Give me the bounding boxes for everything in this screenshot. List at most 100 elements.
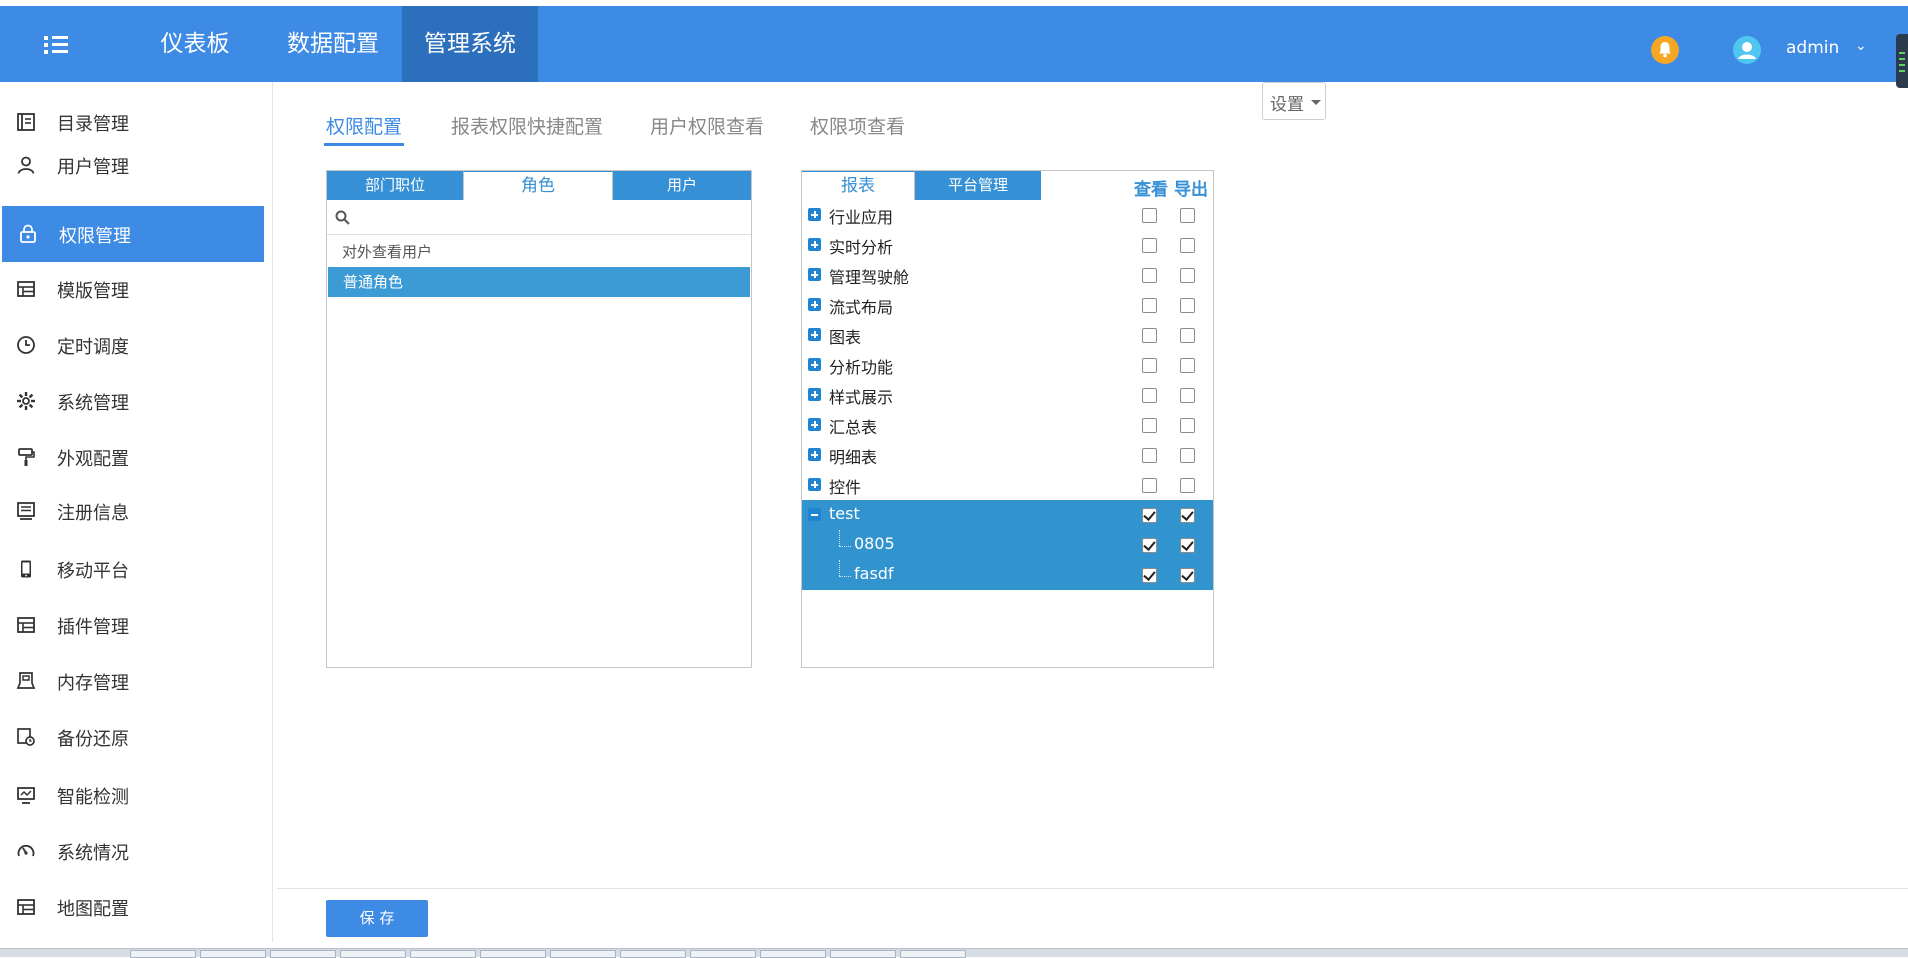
sidebar-item-map[interactable]: 地图配置	[0, 879, 262, 935]
search-input[interactable]	[357, 206, 737, 228]
tree-row[interactable]: 汇总表	[802, 410, 1213, 440]
tree-row[interactable]: test	[802, 500, 1213, 530]
export-checkbox[interactable]	[1180, 418, 1195, 433]
view-checkbox[interactable]	[1142, 568, 1157, 583]
expand-icon[interactable]	[808, 298, 821, 311]
export-checkbox[interactable]	[1180, 538, 1195, 553]
export-checkbox[interactable]	[1180, 298, 1195, 313]
template-icon	[16, 279, 36, 299]
sidebar-item-user[interactable]: 用户管理	[0, 137, 262, 193]
sidebar-item-gear[interactable]: 系统管理	[0, 373, 262, 429]
view-checkbox[interactable]	[1142, 418, 1157, 433]
export-checkbox[interactable]	[1180, 448, 1195, 463]
monitor-icon	[16, 785, 36, 805]
tab-user[interactable]: 用户	[613, 171, 751, 200]
avatar[interactable]	[1733, 36, 1761, 64]
export-checkbox[interactable]	[1180, 328, 1195, 343]
sidebar-item-label: 智能检测	[57, 787, 129, 808]
tab-platform-management[interactable]: 平台管理	[915, 171, 1041, 200]
tree-node-label: 行业应用	[829, 208, 894, 227]
sidebar-item-mobile[interactable]: 移动平台	[0, 541, 262, 597]
tree-row[interactable]: 图表	[802, 320, 1213, 350]
sidebar-item-label: 系统情况	[57, 843, 129, 864]
expand-icon[interactable]	[808, 448, 821, 461]
export-checkbox[interactable]	[1180, 388, 1195, 403]
sidebar-item-register[interactable]: 注册信息	[0, 483, 262, 539]
collapse-icon[interactable]	[808, 508, 821, 521]
tab-department-position[interactable]: 部门职位	[327, 171, 463, 200]
bell-icon[interactable]	[1651, 36, 1679, 64]
tree-row[interactable]: 分析功能	[802, 350, 1213, 380]
view-checkbox[interactable]	[1142, 508, 1157, 523]
view-checkbox[interactable]	[1142, 448, 1157, 463]
mobile-icon	[16, 559, 36, 579]
view-checkbox[interactable]	[1142, 478, 1157, 493]
expand-icon[interactable]	[808, 328, 821, 341]
settings-dropdown[interactable]: 设置	[1262, 82, 1326, 120]
expand-icon[interactable]	[808, 418, 821, 431]
tab-reports[interactable]: 报表	[802, 171, 915, 200]
nav-tab-data-config[interactable]: 数据配置	[276, 6, 390, 82]
tab-role[interactable]: 角色	[463, 171, 613, 200]
view-checkbox[interactable]	[1142, 238, 1157, 253]
expand-icon[interactable]	[808, 478, 821, 491]
chevron-down-icon[interactable]: ⌄	[1855, 38, 1867, 54]
view-checkbox[interactable]	[1142, 298, 1157, 313]
column-header-export: 导出	[1174, 180, 1208, 200]
tree-row[interactable]: 实时分析	[802, 230, 1213, 260]
menu-toggle-icon[interactable]	[38, 28, 78, 60]
export-checkbox[interactable]	[1180, 208, 1195, 223]
tree-child-row[interactable]: 0805	[802, 530, 1213, 560]
expand-icon[interactable]	[808, 208, 821, 221]
sidebar-item-plugin[interactable]: 插件管理	[0, 597, 262, 653]
tree-node-label: 汇总表	[829, 418, 878, 437]
export-checkbox[interactable]	[1180, 268, 1195, 283]
column-header-view: 查看	[1134, 180, 1168, 200]
expand-icon[interactable]	[808, 238, 821, 251]
tree-child-row[interactable]: fasdf	[802, 560, 1213, 590]
tree-node-label: 0805	[854, 534, 895, 553]
role-item-normal-role[interactable]: 普通角色	[328, 267, 750, 297]
expand-icon[interactable]	[808, 358, 821, 371]
subtab-permission-config[interactable]: 权限配置	[326, 112, 402, 139]
expand-icon[interactable]	[808, 268, 821, 281]
export-checkbox[interactable]	[1180, 508, 1195, 523]
view-checkbox[interactable]	[1142, 328, 1157, 343]
tree-row[interactable]: 行业应用	[802, 200, 1213, 230]
nav-tab-management-system[interactable]: 管理系统	[402, 6, 538, 82]
sidebar-item-gauge[interactable]: 系统情况	[0, 823, 262, 879]
export-checkbox[interactable]	[1180, 358, 1195, 373]
sidebar-item-backup[interactable]: 备份还原	[0, 709, 262, 765]
sidebar-item-memory[interactable]: 内存管理	[0, 653, 262, 709]
expand-icon[interactable]	[808, 388, 821, 401]
export-checkbox[interactable]	[1180, 568, 1195, 583]
active-subtab-indicator	[324, 143, 404, 146]
export-checkbox[interactable]	[1180, 238, 1195, 253]
sidebar: 目录管理 用户管理 权限管理 模版管理 定时调度 系统管理 外观配置 注册信息 移动平台 插件管理…	[0, 82, 273, 942]
view-checkbox[interactable]	[1142, 358, 1157, 373]
tree-row[interactable]: 流式布局	[802, 290, 1213, 320]
tree-node-label: 图表	[829, 328, 862, 347]
sidebar-item-monitor[interactable]: 智能检测	[0, 767, 262, 823]
tree-row[interactable]: 明细表	[802, 440, 1213, 470]
view-checkbox[interactable]	[1142, 538, 1157, 553]
subtab-report-quick-config[interactable]: 报表权限快捷配置	[451, 112, 603, 139]
view-checkbox[interactable]	[1142, 388, 1157, 403]
tree-row[interactable]: 管理驾驶舱	[802, 260, 1213, 290]
username-label[interactable]: admin	[1786, 38, 1839, 58]
tree-row[interactable]: 样式展示	[802, 380, 1213, 410]
subtab-permission-item-view[interactable]: 权限项查看	[810, 112, 905, 139]
view-checkbox[interactable]	[1142, 268, 1157, 283]
nav-tab-dashboard[interactable]: 仪表板	[140, 6, 250, 82]
sidebar-item-template[interactable]: 模版管理	[0, 261, 262, 317]
sidebar-item-lock[interactable]: 权限管理	[2, 206, 264, 262]
view-checkbox[interactable]	[1142, 208, 1157, 223]
sidebar-item-label: 系统管理	[57, 393, 129, 414]
role-item-external-viewer[interactable]: 对外查看用户	[327, 237, 749, 267]
sidebar-item-clock[interactable]: 定时调度	[0, 317, 262, 373]
sidebar-item-paint-roller[interactable]: 外观配置	[0, 429, 262, 485]
tree-row[interactable]: 控件	[802, 470, 1213, 500]
subtab-user-permission-view[interactable]: 用户权限查看	[650, 112, 764, 139]
export-checkbox[interactable]	[1180, 478, 1195, 493]
save-button[interactable]: 保 存	[326, 900, 428, 937]
